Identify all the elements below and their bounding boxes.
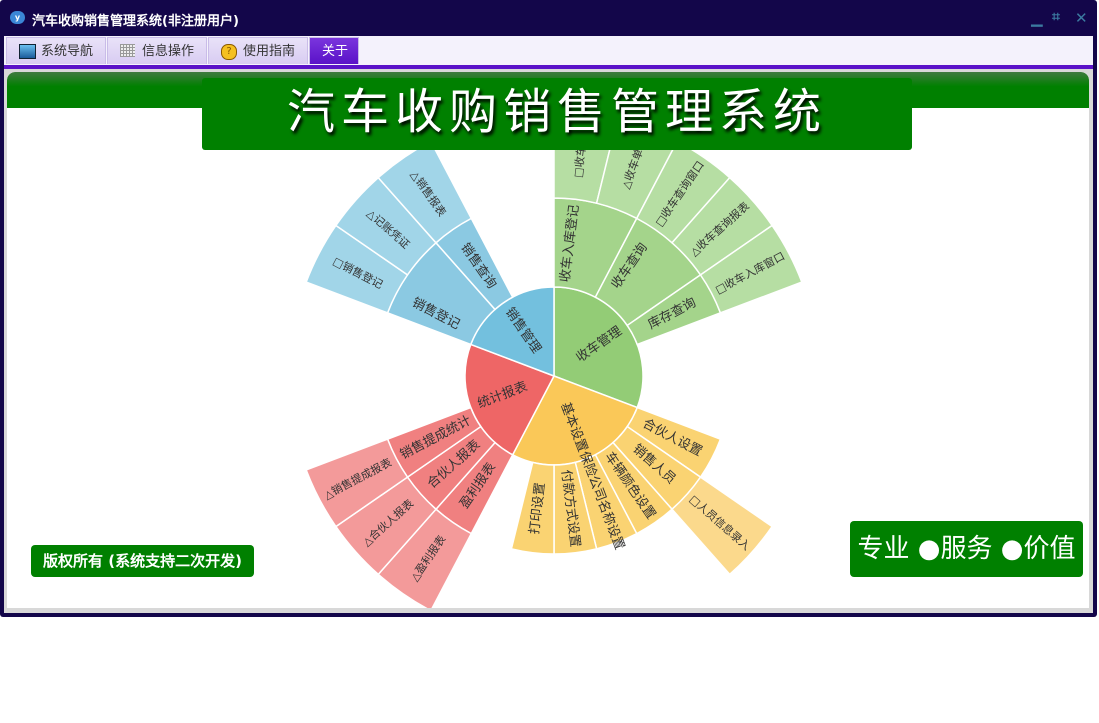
system-title-banner: 汽车收购销售管理系统 xyxy=(202,78,912,150)
tab-user-guide[interactable]: ? 使用指南 xyxy=(208,37,308,64)
restore-icon[interactable]: ⌗ xyxy=(1052,9,1060,25)
slogan-badge: 专业 ●服务 ●价值 xyxy=(850,521,1083,577)
app-window: y 汽车收购销售管理系统(非注册用户) ▁ ⌗ ✕ 系统导航 信息操作 ? 使用… xyxy=(0,0,1097,617)
close-icon[interactable]: ✕ xyxy=(1075,9,1088,27)
menu-tabs: 系统导航 信息操作 ? 使用指南 关于 xyxy=(4,36,1093,65)
help-icon: ? xyxy=(221,44,237,60)
app-logo-icon: y xyxy=(10,11,25,24)
sunburst-segment[interactable]: 打印设置 xyxy=(510,461,555,555)
title-bar: y 汽车收购销售管理系统(非注册用户) ▁ ⌗ ✕ xyxy=(0,0,1097,36)
monitor-icon xyxy=(19,44,36,59)
copyright-badge: 版权所有 (系统支持二次开发) xyxy=(31,545,254,577)
tab-system-nav[interactable]: 系统导航 xyxy=(6,37,106,64)
grid-icon xyxy=(120,44,135,57)
content-area: 收车管理 收车入库登记 □收车入 △收车单 收车查询 □收车查询窗口 △收车查询报表 库存查询… xyxy=(4,69,1093,613)
minimize-icon[interactable]: ▁ xyxy=(1031,9,1043,27)
tab-about[interactable]: 关于 xyxy=(309,37,359,64)
tab-label: 关于 xyxy=(322,44,349,59)
about-panel: 收车管理 收车入库登记 □收车入 △收车单 收车查询 □收车查询窗口 △收车查询报表 库存查询… xyxy=(7,72,1089,608)
tab-label: 使用指南 xyxy=(243,44,296,59)
tab-label: 系统导航 xyxy=(41,44,94,59)
tab-info-ops[interactable]: 信息操作 xyxy=(107,37,207,64)
window-title: 汽车收购销售管理系统(非注册用户) xyxy=(32,14,239,29)
tab-label: 信息操作 xyxy=(142,44,195,59)
